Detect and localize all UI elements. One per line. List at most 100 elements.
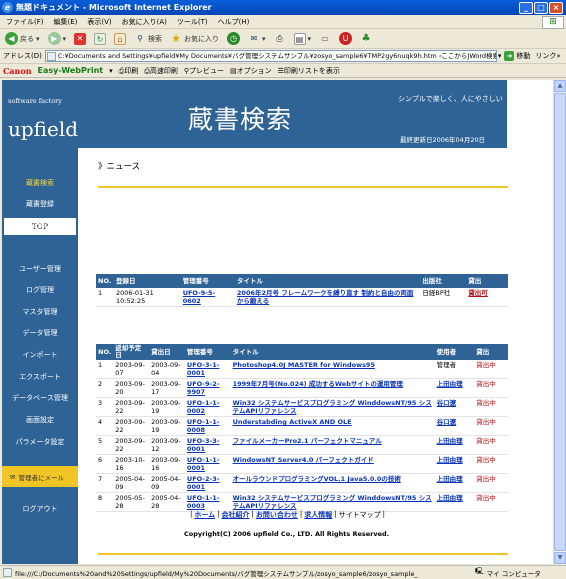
- history-button[interactable]: ◷: [225, 31, 242, 47]
- links-button[interactable]: リンク: [535, 51, 556, 61]
- address-bar: アドレス(D) C:¥Documents and Settings¥upfiel…: [0, 49, 566, 64]
- cell-id-link[interactable]: UFO-2-3-0001: [184, 473, 231, 493]
- menu-edit[interactable]: 編集(E): [54, 17, 78, 27]
- messenger-button[interactable]: ♣: [358, 31, 374, 47]
- cell-id-link[interactable]: UFO-9-2-9907: [184, 378, 231, 398]
- menu-help[interactable]: ヘルプ(H): [218, 17, 250, 27]
- search-button[interactable]: ⚲ 検索: [132, 31, 164, 47]
- cell-title-link[interactable]: Understabding ActiveX AND OLE: [230, 416, 435, 436]
- scroll-up-icon[interactable]: ▲: [554, 80, 566, 92]
- maximize-button[interactable]: □: [534, 2, 548, 14]
- back-button[interactable]: ◀ 戻る ▾: [3, 31, 42, 47]
- computer-icon: 🖳: [475, 567, 484, 575]
- menu-view[interactable]: 表示(V): [87, 17, 111, 27]
- print-button[interactable]: ⎙: [272, 31, 288, 47]
- cell-publisher: 日経BP社: [420, 288, 467, 307]
- footer-link-sitemap[interactable]: サイトマップ: [339, 510, 381, 520]
- chevron-right-icon[interactable]: »: [556, 52, 560, 60]
- cell-user[interactable]: 上田由理: [434, 378, 475, 398]
- print-list-button[interactable]: ☰印刷リストを表示: [278, 66, 340, 76]
- cell-loan-link[interactable]: 貸出可: [466, 288, 508, 307]
- cell-title-link[interactable]: 2006年2月号 フレームワークを縛り直す 制約と自由の両面から鍛える: [234, 288, 421, 307]
- scroll-down-icon[interactable]: ▼: [554, 552, 566, 564]
- edit-button[interactable]: ▤ ▾: [292, 31, 314, 47]
- nav-item-book-search[interactable]: 蔵書検索: [2, 178, 78, 188]
- research-button[interactable]: U: [337, 31, 354, 47]
- discuss-button[interactable]: ▭: [317, 31, 333, 47]
- nav-item-import[interactable]: インポート: [2, 350, 78, 360]
- star-icon: ★: [171, 31, 181, 45]
- go-button[interactable]: ➜ 移動: [504, 51, 530, 61]
- address-input[interactable]: C:¥Documents and Settings¥upfield¥My Doc…: [44, 50, 497, 62]
- nav-item-database-management[interactable]: データベース管理: [2, 393, 78, 403]
- cell-user[interactable]: 上田由理: [434, 492, 475, 512]
- preview-button[interactable]: ⚲プレビュー: [184, 66, 224, 76]
- footer-link-jobs[interactable]: 求人情報: [304, 510, 332, 520]
- cell-user[interactable]: 谷口遼: [434, 397, 475, 417]
- logout-button[interactable]: ログアウト: [2, 504, 78, 514]
- print-button[interactable]: ⎙印刷: [119, 66, 139, 76]
- menu-favorites[interactable]: お気に入り(A): [122, 17, 167, 27]
- cell-id-link[interactable]: UFO-3-1-0001: [184, 360, 231, 379]
- option-button[interactable]: ▤オプション: [230, 66, 272, 76]
- footer-link-company[interactable]: 会社紹介: [222, 510, 250, 520]
- scroll-thumb[interactable]: [554, 93, 566, 551]
- table-row: 6 2003-10-16 2003-09-16 UFO-1-1-0001 Windows…: [96, 454, 508, 474]
- cell-status: 貸出中: [474, 397, 508, 417]
- cell-title-link[interactable]: Win32 システムサービスプログラミング WinddowsNT/95 システム…: [230, 492, 435, 512]
- col-header: 管理番号: [184, 344, 231, 360]
- chevron-down-icon[interactable]: ▾: [109, 67, 113, 75]
- table-row: 5 2003-09-22 2003-09-12 UFO-3-3-0001 ファイルメーカ…: [96, 435, 508, 455]
- nav-item-user-management[interactable]: ユーザー管理: [2, 264, 78, 274]
- nav-item-log-management[interactable]: ログ管理: [2, 285, 78, 295]
- nav-item-data-management[interactable]: データ管理: [2, 328, 78, 338]
- cell-user[interactable]: 上田由理: [434, 435, 475, 455]
- cell-title-link[interactable]: WindowsNT Server4.0 パーフェクトガイド: [230, 454, 435, 474]
- favorites-button[interactable]: ★ お気に入り: [168, 31, 221, 47]
- go-arrow-icon: ➜: [504, 51, 515, 61]
- mail-icon: ✉: [10, 472, 16, 481]
- nav-item-master-management[interactable]: マスタ管理: [2, 307, 78, 317]
- address-dropdown-icon[interactable]: ▾: [498, 52, 502, 60]
- mail-button[interactable]: ✉ ▾: [246, 31, 268, 47]
- status-bar: file:///C:/Documents%20and%20Settings/up…: [0, 565, 566, 579]
- menu-tools[interactable]: ツール(T): [177, 17, 208, 27]
- cell-id-link[interactable]: UFO-1-1-0003: [184, 492, 231, 512]
- nav-item-book-register[interactable]: 蔵書登録: [2, 199, 78, 209]
- nav-item-export[interactable]: エクスポート: [2, 372, 78, 382]
- cell-title-link[interactable]: 1999年7月号(No.024) 成功するWebサイトの運用管理: [230, 378, 435, 398]
- cell-title-link[interactable]: オールラウンドプログラミングVOL.1 Java5.0.0の技術: [230, 473, 435, 493]
- nav-item-parameter-settings[interactable]: パラメータ設定: [2, 437, 78, 447]
- page-viewport[interactable]: software factory upfield 蔵書検索 シンプルで楽しく、人…: [2, 80, 553, 564]
- cell-user[interactable]: 谷口遼: [434, 416, 475, 436]
- cell-title-link[interactable]: ファイルメーカーPro2.1 パーフェクトマニュアル: [230, 435, 435, 455]
- vertical-scrollbar[interactable]: ▲ ▼: [553, 80, 566, 564]
- menu-file[interactable]: ファイル(F): [6, 17, 44, 27]
- cell-title-link[interactable]: Win32 システムサービスプログラミング WinddowsNT/95 システム…: [230, 397, 435, 417]
- cell-id-link[interactable]: UFO-3-3-0001: [184, 435, 231, 455]
- footer-link-contact[interactable]: お問い合わせ: [256, 510, 298, 520]
- fast-print-button[interactable]: ⎙高速印刷: [144, 66, 178, 76]
- window-titlebar[interactable]: e 無題ドキュメント - Microsoft Internet Explorer…: [0, 0, 566, 15]
- nav-item-loan-history[interactable]: 貸出履歴: [2, 220, 78, 230]
- refresh-button[interactable]: ↻: [92, 31, 108, 47]
- admin-mail-button[interactable]: ✉ 管理者にメール: [2, 466, 78, 487]
- easy-webprint-button[interactable]: Easy-WebPrint: [38, 66, 104, 75]
- cell-user[interactable]: 上田由理: [434, 454, 475, 474]
- site-header: software factory upfield 蔵書検索 シンプルで楽しく、人…: [2, 80, 507, 148]
- cell-id-link[interactable]: UFO-1-1-0008: [184, 416, 231, 436]
- home-button[interactable]: ⌂: [112, 31, 128, 47]
- cell-title-link[interactable]: Photoshop4.0J MASTER for Windows95: [230, 360, 435, 379]
- cell-id-link[interactable]: UFO-1-1-0001: [184, 454, 231, 474]
- cell-id-link[interactable]: UFO-1-1-0002: [184, 397, 231, 417]
- cell-id-link[interactable]: UFO-9-5-0602: [180, 288, 235, 307]
- footer-link-home[interactable]: ホーム: [194, 510, 215, 520]
- forward-button[interactable]: ▶ ▾: [46, 31, 69, 47]
- close-button[interactable]: ×: [549, 2, 563, 14]
- minimize-button[interactable]: _: [519, 2, 533, 14]
- site-logo[interactable]: upfield: [8, 117, 78, 141]
- stop-button[interactable]: ✕: [72, 31, 88, 47]
- nav-item-screen-settings[interactable]: 画面設定: [2, 415, 78, 425]
- cell-user[interactable]: 上田由理: [434, 473, 475, 493]
- status-text: file:///C:/Documents%20and%20Settings/up…: [3, 567, 435, 578]
